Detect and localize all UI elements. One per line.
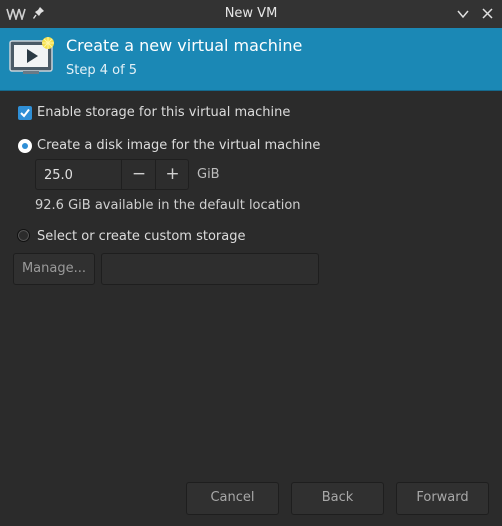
enable-storage-label[interactable]: Enable storage for this virtual machine	[37, 105, 290, 120]
disk-image-label[interactable]: Create a disk image for the virtual mach…	[37, 138, 320, 153]
disk-size-input[interactable]: 25.0	[44, 168, 73, 183]
custom-storage-radio[interactable]	[17, 229, 30, 242]
wizard-title: Create a new virtual machine	[66, 36, 303, 55]
back-button[interactable]: Back	[291, 482, 384, 515]
window-titlebar: New VM	[0, 0, 502, 28]
disk-image-radio[interactable]	[18, 139, 32, 153]
disk-size-spinbutton: 25.0 − +	[35, 159, 189, 190]
custom-storage-label[interactable]: Select or create custom storage	[37, 229, 245, 244]
increment-button[interactable]: +	[156, 160, 189, 189]
disk-unit-label: GiB	[197, 167, 220, 182]
custom-storage-path-input[interactable]	[101, 253, 319, 285]
close-icon[interactable]	[482, 8, 493, 19]
manage-button[interactable]: Manage...	[13, 253, 95, 285]
wizard-step: Step 4 of 5	[66, 63, 138, 78]
checkmark-icon	[20, 108, 30, 118]
wizard-header: Create a new virtual machine Step 4 of 5	[0, 28, 502, 91]
cancel-button[interactable]: Cancel	[186, 482, 279, 515]
forward-button[interactable]: Forward	[396, 482, 489, 515]
monitor-new-icon	[9, 37, 54, 74]
chevron-down-icon[interactable]	[457, 9, 469, 19]
enable-storage-checkbox[interactable]	[18, 106, 32, 120]
window-title: New VM	[224, 6, 278, 21]
decrement-button[interactable]: −	[122, 160, 156, 189]
available-space-text: 92.6 GiB available in the default locati…	[35, 198, 301, 213]
